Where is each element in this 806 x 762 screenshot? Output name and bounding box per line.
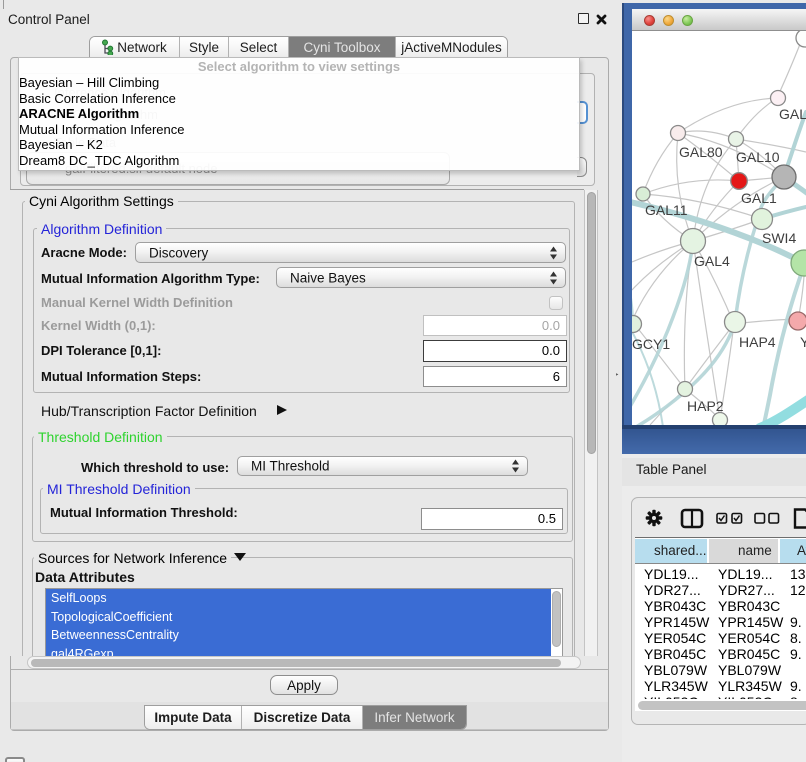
- svg-text:GAL4: GAL4: [694, 253, 730, 269]
- svg-text:HAP4: HAP4: [739, 334, 776, 350]
- svg-text:GAL10: GAL10: [736, 149, 780, 165]
- svg-text:GAL11: GAL11: [645, 202, 688, 218]
- svg-text:HAP2: HAP2: [687, 398, 724, 414]
- svg-text:Y: Y: [800, 334, 806, 350]
- svg-text:GAL1: GAL1: [741, 190, 777, 206]
- svg-text:GCY1: GCY1: [632, 336, 670, 352]
- svg-text:GAL2: GAL2: [779, 106, 806, 122]
- svg-text:SWI4: SWI4: [762, 230, 796, 246]
- svg-text:GAL80: GAL80: [679, 144, 723, 160]
